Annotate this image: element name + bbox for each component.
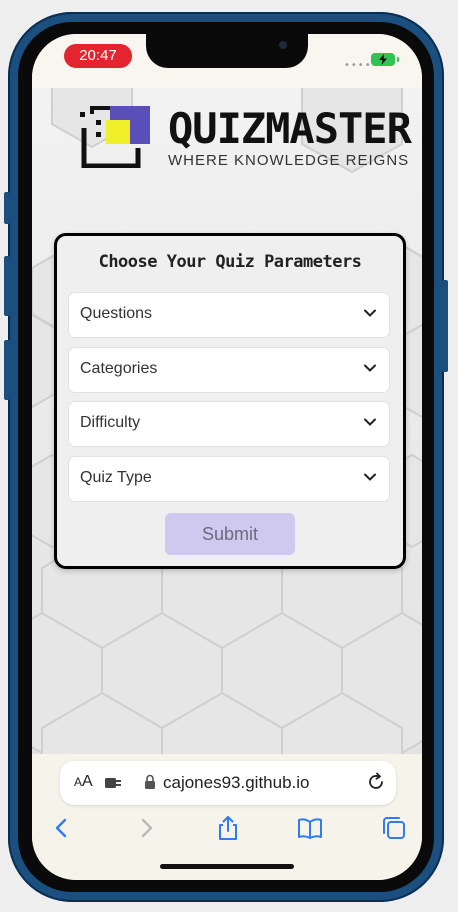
text-size-large-a: A bbox=[82, 773, 93, 790]
volume-up-button bbox=[4, 256, 10, 316]
chevron-down-icon bbox=[364, 473, 376, 481]
home-indicator bbox=[160, 864, 294, 869]
brand-name: QUIZMASTER bbox=[168, 104, 412, 153]
power-button bbox=[442, 280, 448, 372]
reload-icon[interactable] bbox=[366, 772, 386, 792]
battery-tip bbox=[397, 57, 399, 62]
web-content: QUIZMASTER WHERE KNOWLEDGE REIGNS Choose… bbox=[32, 88, 422, 754]
select-label: Difficulty bbox=[80, 414, 141, 431]
bookmarks-icon[interactable] bbox=[296, 814, 324, 842]
share-icon[interactable] bbox=[214, 814, 242, 842]
brand-tagline: WHERE KNOWLEDGE REIGNS bbox=[168, 152, 410, 169]
text-size-button[interactable]: AA bbox=[74, 773, 93, 791]
chevron-down-icon bbox=[364, 364, 376, 372]
url-text: cajones93.github.io bbox=[163, 773, 310, 792]
form-title: Choose Your Quiz Parameters bbox=[98, 252, 362, 272]
submit-button[interactable]: Submit bbox=[165, 513, 295, 555]
front-camera bbox=[279, 41, 287, 49]
quiz-type-select[interactable]: Quiz Type bbox=[69, 457, 389, 501]
difficulty-select[interactable]: Difficulty bbox=[69, 402, 389, 446]
chevron-down-icon bbox=[364, 418, 376, 426]
volume-down-button bbox=[4, 340, 10, 400]
tabs-icon[interactable] bbox=[380, 814, 408, 842]
forward-icon[interactable] bbox=[132, 814, 160, 842]
notch bbox=[146, 34, 308, 68]
select-label: Questions bbox=[80, 305, 153, 322]
chevron-down-icon bbox=[364, 309, 376, 317]
address-bar[interactable]: AA cajones93.github.io bbox=[60, 761, 396, 805]
text-size-small-a: A bbox=[74, 775, 83, 789]
quiz-parameters-card: Choose Your Quiz Parameters Questions Ca… bbox=[54, 233, 406, 569]
back-icon[interactable] bbox=[48, 814, 76, 842]
phone-screen: 20:47 •••• QUIZMASTER WHERE KNOWLEDGE RE… bbox=[32, 34, 422, 880]
select-label: Quiz Type bbox=[80, 469, 152, 486]
mute-switch bbox=[4, 192, 10, 224]
browser-toolbar: AA cajones93.github.io bbox=[32, 754, 422, 880]
logo-icon bbox=[80, 106, 150, 168]
quizmaster-logo[interactable]: QUIZMASTER WHERE KNOWLEDGE REIGNS bbox=[76, 100, 412, 174]
charging-bolt-icon bbox=[379, 54, 387, 65]
signal-indicator: •••• bbox=[344, 60, 372, 71]
status-time: 20:47 bbox=[64, 44, 132, 68]
battery-icon bbox=[371, 53, 395, 66]
lock-icon bbox=[145, 774, 155, 789]
categories-select[interactable]: Categories bbox=[69, 348, 389, 392]
extension-icon[interactable] bbox=[104, 775, 122, 791]
select-label: Categories bbox=[80, 360, 158, 377]
status-bar: 20:47 •••• bbox=[32, 34, 422, 88]
questions-select[interactable]: Questions bbox=[69, 293, 389, 337]
